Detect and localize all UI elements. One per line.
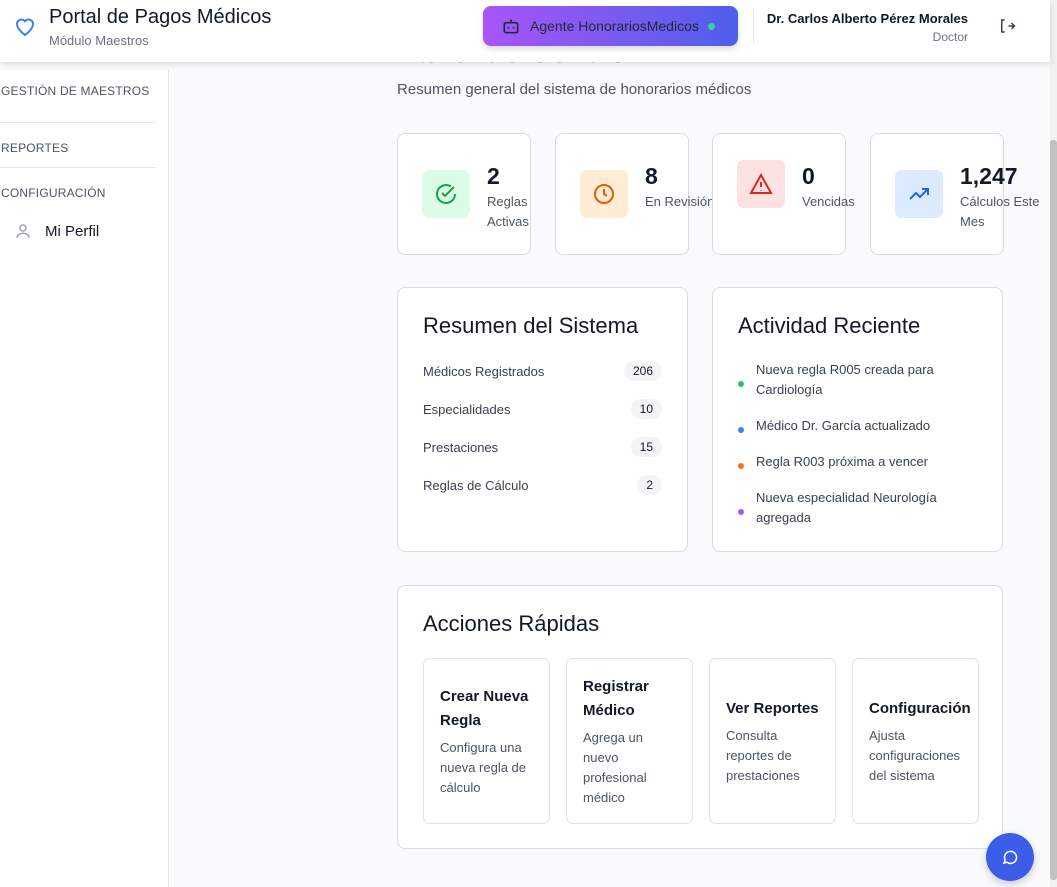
quick-action-crear-regla[interactable]: Crear Nueva Regla Configura una nueva reg… — [423, 658, 550, 824]
page-subtitle: Resumen general del sistema de honorario… — [397, 81, 752, 98]
divider — [0, 167, 156, 168]
activity-item: Regla R003 próxima a vencer — [738, 452, 968, 472]
row-label: Especialidades — [423, 401, 511, 417]
quick-actions-title: Acciones Rápidas — [423, 611, 600, 636]
summary-row: Médicos Registrados 206 — [423, 361, 662, 381]
stat-card-reglas-activas: 2 Reglas Activas — [397, 133, 531, 255]
stat-label: Cálculos Este Mes — [960, 194, 1040, 229]
logout-icon[interactable] — [998, 17, 1016, 35]
activity-item: Médico Dr. García actualizado — [738, 416, 968, 436]
scrollbar[interactable] — [1050, 0, 1057, 887]
trending-up-icon — [895, 170, 943, 218]
activity-item: Nueva regla R005 creada para Cardiología — [738, 360, 968, 400]
sidebar: GESTIÓN DE MAESTROS REPORTES CONFIGURACI… — [0, 70, 169, 887]
status-dot — [738, 508, 744, 515]
status-dot — [738, 426, 744, 433]
alert-triangle-icon — [737, 160, 785, 208]
status-dot — [738, 462, 744, 469]
summary-panel: Resumen del Sistema Médicos Registrados 2… — [397, 287, 688, 552]
quick-action-ver-reportes[interactable]: Ver Reportes Consulta reportes de prestac… — [709, 658, 836, 824]
heart-icon — [15, 18, 35, 37]
summary-row: Especialidades 10 — [423, 399, 662, 419]
action-desc: Consulta reportes de prestaciones — [726, 727, 800, 783]
sidebar-section-reportes[interactable]: REPORTES — [1, 141, 68, 155]
chat-bubble-icon — [1002, 850, 1018, 865]
action-title: Ver Reportes — [726, 699, 819, 717]
row-label: Reglas de Cálculo — [423, 477, 529, 493]
activity-panel: Actividad Reciente Nueva regla R005 crea… — [712, 287, 1003, 552]
action-title: Registrar Médico — [583, 677, 649, 719]
stat-card-calculos: 1,247 Cálculos Este Mes — [870, 133, 1039, 255]
count-badge: 10 — [630, 399, 662, 419]
row-label: Médicos Registrados — [423, 363, 545, 379]
action-title: Crear Nueva Regla — [440, 687, 529, 729]
activity-text: Médico Dr. García actualizado — [756, 418, 931, 433]
activity-item: Nueva especialidad Neurología agregada — [738, 488, 968, 528]
stat-value: 8 — [645, 163, 658, 189]
action-desc: Configura una nueva regla de cálculo — [440, 739, 527, 795]
quick-action-configuracion[interactable]: Configuración Ajusta configuraciones del … — [852, 658, 979, 824]
scrollbar-thumb[interactable] — [1050, 140, 1057, 880]
clock-icon — [580, 170, 628, 218]
quick-action-registrar-medico[interactable]: Registrar Médico Agrega un nuevo profesio… — [566, 658, 693, 824]
bot-icon — [503, 19, 519, 34]
app-title: Portal de Pagos Médicos — [49, 6, 272, 28]
activity-text: Nueva regla R005 creada para Cardiología — [756, 362, 934, 397]
stat-value: 2 — [487, 163, 500, 189]
summary-title: Resumen del Sistema — [423, 313, 639, 338]
sidebar-section-maestros[interactable]: GESTIÓN DE MAESTROS — [1, 84, 150, 98]
action-title: Configuración — [869, 699, 971, 717]
stat-value: 1,247 — [960, 163, 1018, 189]
summary-row: Reglas de Cálculo 2 — [423, 475, 662, 495]
online-indicator — [707, 22, 715, 30]
sidebar-item-mi-perfil[interactable]: Mi Perfil — [14, 222, 99, 240]
stat-card-en-revision: 8 En Revisión — [555, 133, 714, 255]
divider — [0, 122, 156, 123]
count-badge: 2 — [637, 475, 662, 495]
chat-button[interactable] — [986, 833, 1034, 881]
agent-button[interactable]: Agente HonorariosMedicos — [483, 6, 738, 46]
stat-card-vencidas: 0 Vencidas — [712, 133, 855, 255]
status-dot — [738, 380, 744, 387]
action-desc: Ajusta configuraciones del sistema — [869, 727, 961, 783]
app-subtitle: Módulo Maestros — [49, 33, 149, 48]
activity-text: Regla R003 próxima a vencer — [756, 454, 928, 469]
user-name: Dr. Carlos Alberto Pérez Morales — [766, 11, 968, 26]
sidebar-section-configuracion[interactable]: CONFIGURACIÓN — [1, 186, 106, 200]
top-header: Portal de Pagos Médicos Módulo Maestros … — [0, 0, 1050, 62]
row-label: Prestaciones — [423, 439, 499, 455]
user-icon — [16, 224, 30, 238]
check-circle-icon — [422, 170, 470, 218]
stat-value: 0 — [802, 163, 815, 189]
count-badge: 15 — [630, 437, 662, 457]
sidebar-item-label: Mi Perfil — [45, 222, 100, 240]
agent-label: Agente HonorariosMedicos — [530, 18, 699, 34]
quick-actions-panel: Acciones Rápidas Crear Nueva Regla Config… — [397, 585, 1003, 849]
count-badge: 206 — [623, 361, 662, 381]
user-role: Doctor — [932, 30, 968, 44]
activity-text: Nueva especialidad Neurología agregada — [756, 490, 937, 525]
activity-title: Actividad Reciente — [738, 313, 921, 338]
divider — [753, 8, 754, 44]
summary-row: Prestaciones 15 — [423, 437, 662, 457]
action-desc: Agrega un nuevo profesional médico — [583, 729, 647, 805]
